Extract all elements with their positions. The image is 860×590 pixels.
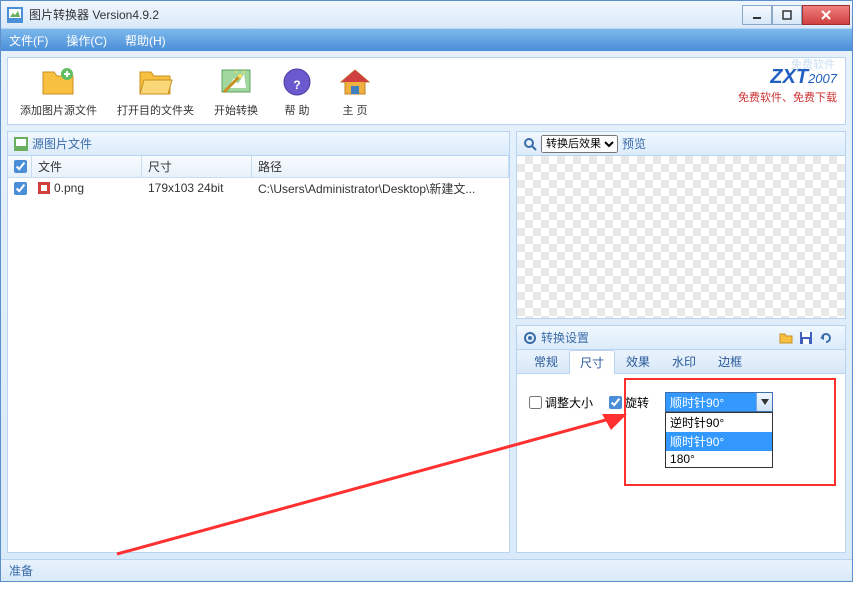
- row-path: C:\Users\Administrator\Desktop\新建文...: [252, 180, 509, 197]
- add-source-button[interactable]: 添加图片源文件: [16, 62, 101, 120]
- open-target-button[interactable]: 打开目的文件夹: [113, 62, 198, 120]
- rotate-option-cw90[interactable]: 顺时针90°: [666, 432, 772, 451]
- reset-icon[interactable]: [819, 331, 833, 345]
- menu-file[interactable]: 文件(F): [9, 32, 48, 49]
- col-file[interactable]: 文件: [32, 156, 142, 177]
- help-icon: ?: [278, 64, 316, 100]
- folder-open-icon: [137, 64, 175, 100]
- save-icon[interactable]: [799, 331, 813, 345]
- menu-operate[interactable]: 操作(C): [66, 32, 107, 49]
- settings-pane: 转换设置 常规 尺寸 效果 水印 边框: [516, 325, 846, 553]
- tab-size[interactable]: 尺寸: [569, 350, 615, 374]
- select-all-checkbox[interactable]: [14, 160, 27, 173]
- magic-wand-icon: [217, 64, 255, 100]
- menubar: 文件(F) 操作(C) 帮助(H): [1, 29, 852, 51]
- row-size: 179x103 24bit: [142, 181, 252, 195]
- main-area: 源图片文件 文件 尺寸 路径 0.png 179x103 24bit C:\Us…: [7, 131, 846, 553]
- app-window: 图片转换器 Version4.9.2 文件(F) 操作(C) 帮助(H) 免费软…: [0, 0, 853, 582]
- status-text: 准备: [9, 562, 33, 579]
- tab-general[interactable]: 常规: [523, 349, 569, 373]
- tab-border[interactable]: 边框: [707, 349, 753, 373]
- settings-tabs: 常规 尺寸 效果 水印 边框: [517, 350, 845, 374]
- source-pane-header: 源图片文件: [8, 132, 509, 156]
- magnifier-icon: [523, 137, 537, 151]
- tab-watermark[interactable]: 水印: [661, 349, 707, 373]
- tab-body-size: 调整大小 旋转 顺时针90° 逆时针90°: [517, 374, 845, 552]
- rotate-checkbox[interactable]: [609, 396, 622, 409]
- window-title: 图片转换器 Version4.9.2: [29, 6, 742, 23]
- rotate-option[interactable]: 旋转: [609, 394, 649, 411]
- preview-header: 转换后效果 预览: [517, 132, 845, 156]
- file-image-icon: [38, 182, 50, 194]
- preview-canvas: [517, 156, 845, 318]
- folder-small-icon[interactable]: [779, 331, 793, 345]
- toolbar: 免费软件 添加图片源文件 打开目的文件夹 开始转换 ? 帮 助 主 页 ZXT2…: [7, 57, 846, 125]
- app-icon: [7, 7, 23, 23]
- preview-pane: 转换后效果 预览: [516, 131, 846, 319]
- titlebar: 图片转换器 Version4.9.2: [1, 1, 852, 29]
- svg-text:?: ?: [293, 78, 300, 92]
- row-checkbox[interactable]: [14, 182, 27, 195]
- rotate-dropdown-list: 逆时针90° 顺时针90° 180°: [665, 412, 773, 468]
- image-icon: [14, 137, 28, 151]
- brand-logo: ZXT2007 免费软件、免费下载: [738, 66, 837, 105]
- statusbar: 准备: [1, 559, 852, 581]
- folder-plus-icon: [40, 64, 78, 100]
- gear-icon: [523, 331, 537, 345]
- home-button[interactable]: 主 页: [332, 62, 378, 120]
- maximize-button[interactable]: [772, 5, 802, 25]
- menu-help[interactable]: 帮助(H): [125, 32, 166, 49]
- row-file: 0.png: [32, 181, 142, 195]
- preview-effect-select[interactable]: 转换后效果: [541, 135, 618, 153]
- table-row[interactable]: 0.png 179x103 24bit C:\Users\Administrat…: [8, 178, 509, 198]
- resize-checkbox[interactable]: [529, 396, 542, 409]
- source-table-header: 文件 尺寸 路径: [8, 156, 509, 178]
- col-path[interactable]: 路径: [252, 156, 509, 177]
- minimize-button[interactable]: [742, 5, 772, 25]
- rotate-dropdown[interactable]: 顺时针90° 逆时针90° 顺时针90° 180°: [665, 392, 773, 412]
- tab-effect[interactable]: 效果: [615, 349, 661, 373]
- col-size[interactable]: 尺寸: [142, 156, 252, 177]
- home-icon: [336, 64, 374, 100]
- close-button[interactable]: [802, 5, 850, 25]
- start-convert-button[interactable]: 开始转换: [210, 62, 262, 120]
- rotate-option-ccw90[interactable]: 逆时针90°: [666, 413, 772, 432]
- help-button[interactable]: ? 帮 助: [274, 62, 320, 120]
- chevron-down-icon[interactable]: [756, 393, 772, 411]
- rotate-option-180[interactable]: 180°: [666, 451, 772, 467]
- resize-option[interactable]: 调整大小: [529, 394, 593, 411]
- source-files-pane: 源图片文件 文件 尺寸 路径 0.png 179x103 24bit C:\Us…: [7, 131, 510, 553]
- right-pane: 转换后效果 预览 转换设置: [516, 131, 846, 553]
- settings-header: 转换设置: [517, 326, 845, 350]
